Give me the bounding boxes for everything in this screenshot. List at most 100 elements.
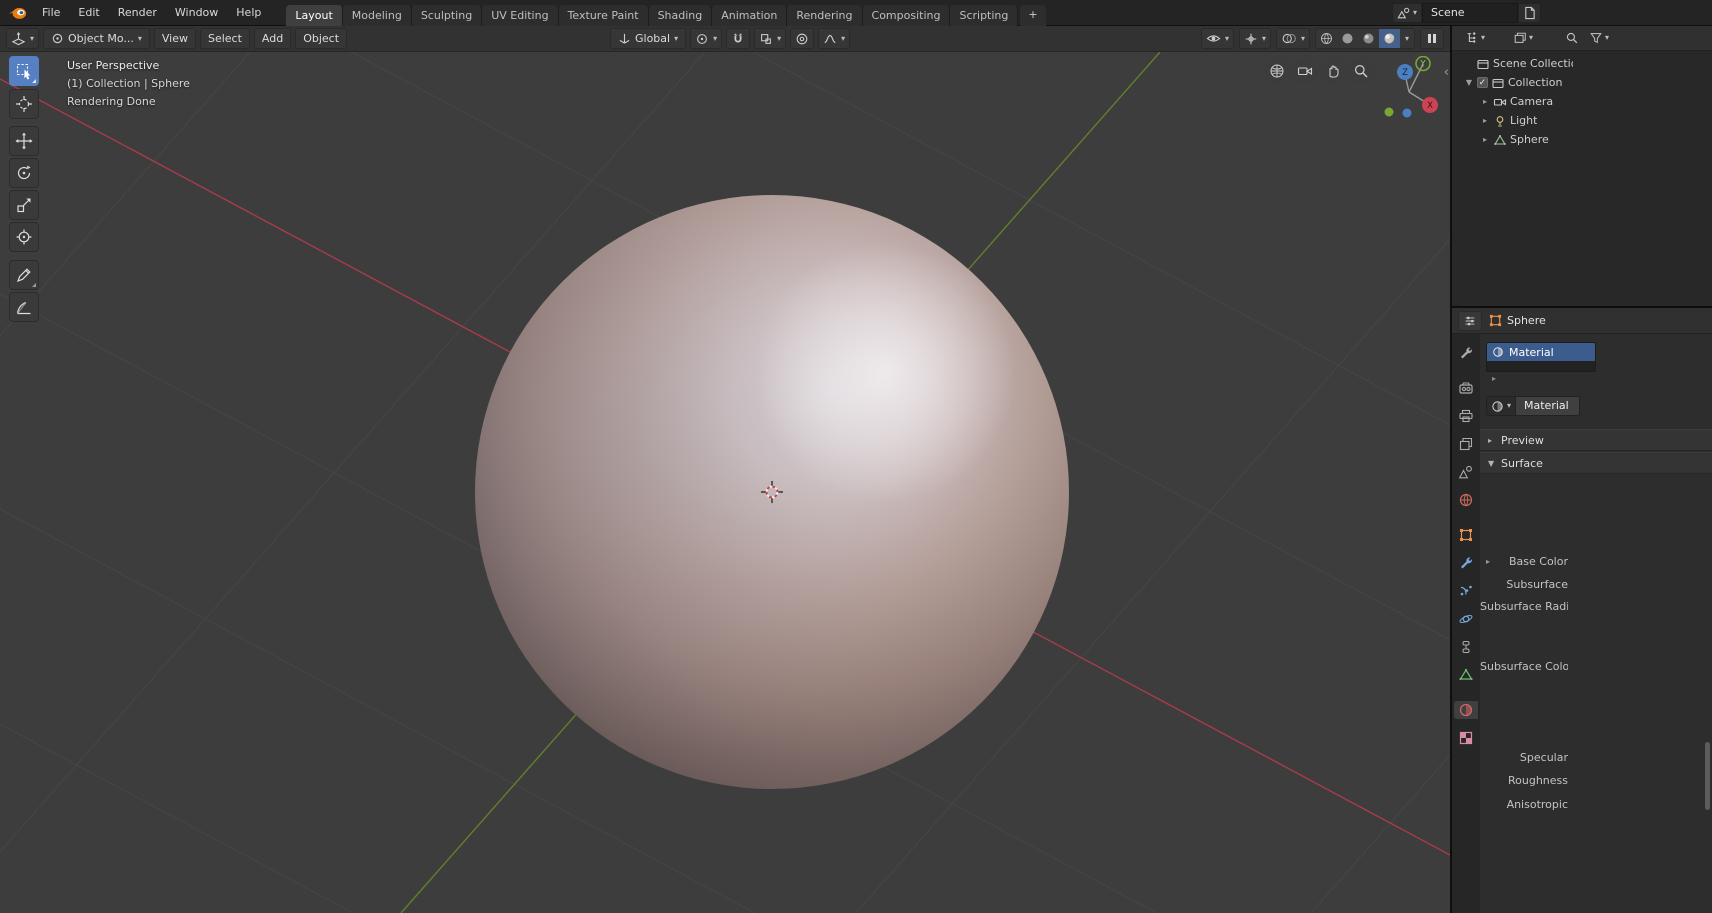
tab-material[interactable] bbox=[1454, 701, 1478, 719]
tab-object-data[interactable] bbox=[1454, 666, 1478, 684]
tab-animation[interactable]: Animation bbox=[712, 5, 787, 26]
tab-physics[interactable] bbox=[1454, 610, 1478, 628]
tab-texture[interactable] bbox=[1454, 729, 1478, 747]
shading-material-button[interactable] bbox=[1358, 29, 1379, 48]
material-name-field[interactable]: Material bbox=[1516, 396, 1580, 416]
tool-cursor[interactable] bbox=[9, 89, 39, 119]
outliner-item-sphere[interactable]: ▸ Sphere bbox=[1452, 130, 1712, 149]
camera-view-button[interactable] bbox=[1292, 58, 1318, 84]
collection-checkbox[interactable]: ✓ bbox=[1477, 77, 1488, 88]
tab-tool[interactable] bbox=[1454, 344, 1478, 362]
tab-view-layer[interactable] bbox=[1454, 435, 1478, 453]
prop-subsurface-radius[interactable]: Subsurface Radius bbox=[1480, 598, 1568, 615]
outliner-editor-type-button[interactable]: ▾ bbox=[1462, 29, 1488, 47]
slot-list-expander-icon[interactable]: ▸ bbox=[1492, 374, 1496, 383]
snap-toggle-button[interactable] bbox=[726, 28, 750, 49]
disclosure-closed-icon[interactable]: ▸ bbox=[1480, 116, 1490, 125]
object-visibility-button[interactable]: ▾ bbox=[1201, 28, 1234, 49]
tab-object[interactable] bbox=[1454, 526, 1478, 544]
tab-shading[interactable]: Shading bbox=[649, 5, 713, 26]
tool-transform[interactable] bbox=[9, 222, 39, 252]
zoom-view-button[interactable] bbox=[1348, 58, 1374, 84]
prop-roughness[interactable]: Roughness bbox=[1480, 772, 1568, 789]
tab-texture-paint[interactable]: Texture Paint bbox=[559, 5, 649, 26]
toggle-perspective-button[interactable] bbox=[1264, 58, 1290, 84]
menu-window[interactable]: Window bbox=[166, 0, 227, 25]
browse-material-button[interactable]: ▾ bbox=[1486, 396, 1516, 416]
disclosure-closed-icon[interactable]: ▸ bbox=[1480, 97, 1490, 106]
outliner-filter-button[interactable]: ▾ bbox=[1586, 29, 1612, 47]
gizmos-button[interactable]: ▾ bbox=[1239, 28, 1271, 49]
proportional-falloff-button[interactable]: ▾ bbox=[818, 28, 850, 49]
prop-anisotropic[interactable]: Anisotropic bbox=[1480, 796, 1568, 813]
mode-selector[interactable]: Object Mo... ▾ bbox=[43, 28, 150, 49]
scene-name-field[interactable]: Scene bbox=[1422, 3, 1518, 23]
menu-object[interactable]: Object bbox=[295, 28, 347, 49]
viewport-canvas[interactable]: User Perspective (1) Collection | Sphere… bbox=[0, 52, 1450, 913]
breadcrumb-object-name[interactable]: Sphere bbox=[1507, 314, 1546, 327]
tool-rotate[interactable] bbox=[9, 158, 39, 188]
tool-select-box[interactable] bbox=[9, 56, 39, 86]
panel-preview[interactable]: ▸ Preview bbox=[1480, 429, 1712, 451]
tab-particles[interactable] bbox=[1454, 582, 1478, 600]
properties-editor-type-button[interactable] bbox=[1458, 311, 1482, 331]
pause-render-button[interactable] bbox=[1420, 28, 1444, 49]
prop-subsurface[interactable]: Subsurface bbox=[1480, 576, 1568, 593]
tab-modifiers[interactable] bbox=[1454, 554, 1478, 572]
menu-add[interactable]: Add bbox=[254, 28, 291, 49]
outliner-search-button[interactable] bbox=[1562, 29, 1582, 47]
menu-view[interactable]: View bbox=[154, 28, 196, 49]
tab-scene[interactable] bbox=[1454, 463, 1478, 481]
menu-help[interactable]: Help bbox=[227, 0, 270, 25]
tab-sculpting[interactable]: Sculpting bbox=[412, 5, 482, 26]
outliner-item-camera[interactable]: ▸ Camera bbox=[1452, 92, 1712, 111]
tab-rendering[interactable]: Rendering bbox=[787, 5, 862, 26]
outliner-item-scene-collection[interactable]: Scene Collection bbox=[1452, 54, 1712, 73]
menu-select[interactable]: Select bbox=[200, 28, 250, 49]
tab-render[interactable] bbox=[1454, 379, 1478, 397]
outliner-item-collection[interactable]: ▼ ✓ Collection bbox=[1452, 73, 1712, 92]
prop-specular[interactable]: Specular bbox=[1480, 749, 1568, 766]
pivot-point-button[interactable]: ▾ bbox=[690, 28, 722, 49]
shading-dropdown-button[interactable]: ▾ bbox=[1400, 29, 1414, 48]
sidebar-collapse-arrow[interactable]: ‹ bbox=[1444, 66, 1449, 79]
panel-surface[interactable]: ▼ Surface bbox=[1480, 452, 1712, 474]
material-slot-list[interactable]: Material bbox=[1486, 342, 1596, 372]
shading-rendered-button[interactable] bbox=[1379, 29, 1400, 48]
pan-view-button[interactable] bbox=[1320, 58, 1346, 84]
shading-solid-button[interactable] bbox=[1337, 29, 1358, 48]
transform-orientation-button[interactable]: Global ▾ bbox=[610, 28, 686, 49]
properties-scrollbar[interactable] bbox=[1705, 742, 1710, 810]
outliner-display-mode-button[interactable]: ▾ bbox=[1510, 29, 1536, 47]
material-slot-row[interactable]: Material bbox=[1487, 343, 1595, 361]
tool-measure[interactable] bbox=[9, 292, 39, 322]
tool-move[interactable] bbox=[9, 126, 39, 156]
scene-browse-button[interactable]: ▾ bbox=[1392, 3, 1422, 23]
menu-edit[interactable]: Edit bbox=[69, 0, 108, 25]
tab-output[interactable] bbox=[1454, 407, 1478, 425]
tab-constraints[interactable] bbox=[1454, 638, 1478, 656]
shading-wireframe-button[interactable] bbox=[1316, 29, 1337, 48]
tab-compositing[interactable]: Compositing bbox=[863, 5, 951, 26]
snap-target-button[interactable]: ▾ bbox=[754, 28, 786, 49]
tab-layout[interactable]: Layout bbox=[286, 5, 342, 26]
proportional-editing-button[interactable] bbox=[790, 28, 814, 49]
prop-subsurface-color[interactable]: Subsurface Color bbox=[1480, 658, 1568, 675]
tool-annotate[interactable] bbox=[9, 260, 39, 290]
disclosure-closed-icon[interactable]: ▸ bbox=[1486, 557, 1490, 566]
tool-scale[interactable] bbox=[9, 190, 39, 220]
axis-navigation-gizmo[interactable]: Z Y X bbox=[1376, 56, 1442, 122]
prop-base-color[interactable]: ▸ Base Color bbox=[1480, 553, 1568, 570]
disclosure-closed-icon[interactable]: ▸ bbox=[1480, 135, 1490, 144]
menu-file[interactable]: File bbox=[33, 0, 69, 25]
new-scene-button[interactable] bbox=[1518, 3, 1541, 23]
outliner-item-light[interactable]: ▸ Light bbox=[1452, 111, 1712, 130]
overlays-button[interactable]: ▾ bbox=[1276, 28, 1310, 49]
menu-render[interactable]: Render bbox=[109, 0, 166, 25]
tab-uv-editing[interactable]: UV Editing bbox=[482, 5, 558, 26]
editor-type-button[interactable]: ▾ bbox=[6, 28, 39, 49]
add-workspace-button[interactable]: + bbox=[1020, 5, 1045, 26]
blender-menu-button[interactable] bbox=[0, 5, 33, 20]
tab-world[interactable] bbox=[1454, 491, 1478, 509]
tab-modeling[interactable]: Modeling bbox=[343, 5, 412, 26]
